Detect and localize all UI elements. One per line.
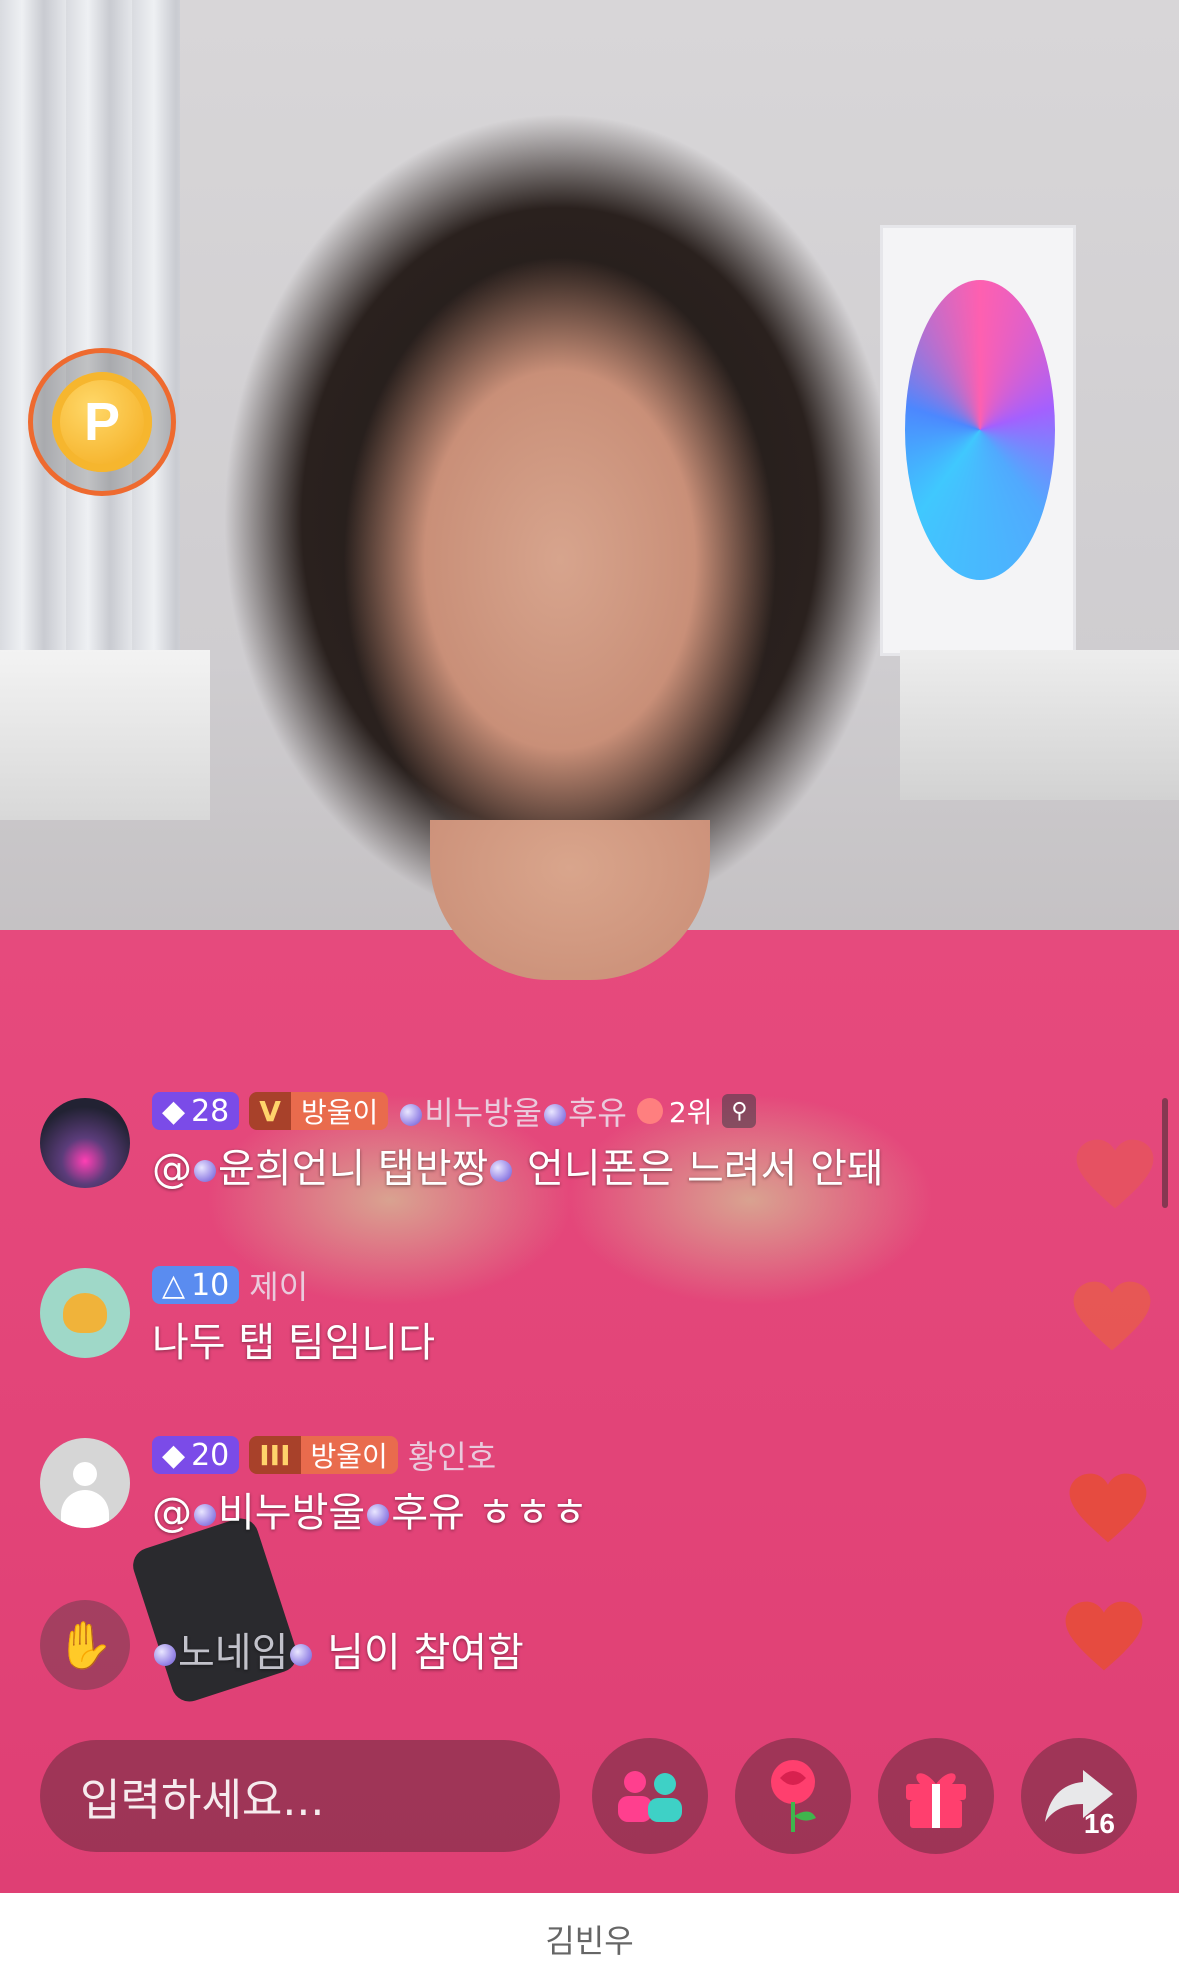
join-text: 노네임 님이 참여함 <box>152 1620 524 1678</box>
fan-badge: III 방울이 <box>249 1436 398 1474</box>
avatar[interactable] <box>40 1438 130 1528</box>
message-text: @ 비누방울 후유 ㅎㅎㅎ <box>152 1490 588 1536</box>
points-button[interactable]: P <box>28 348 176 496</box>
heart-icon <box>1072 1280 1152 1352</box>
rose-icon <box>771 1760 816 1832</box>
bubble-icon <box>290 1644 313 1666</box>
gem-badge: ◆ 20 <box>152 1436 240 1474</box>
rose-gift-button[interactable] <box>735 1738 851 1854</box>
chat-message[interactable]: ◆ 28 V 방울이 비누방울 후유 2위 ⚲ @ 윤희언니 탭반짱 언니폰은 느려… <box>40 1088 1040 1208</box>
points-coin-icon: P <box>52 372 152 472</box>
diamond-icon: ◆ <box>162 1437 186 1473</box>
chat-meta: △ 10 제이 <box>152 1262 308 1308</box>
bubble-icon <box>400 1104 423 1126</box>
medal-icon <box>636 1098 663 1124</box>
message-text: 나두 탭 팀임니다 <box>152 1320 436 1366</box>
avatar[interactable] <box>40 1268 130 1358</box>
join-notice: ✋ 노네임 님이 참여함 <box>40 1598 1040 1698</box>
avatar[interactable] <box>40 1098 130 1188</box>
chat-input-placeholder: 입력하세요... <box>80 1775 325 1826</box>
live-video: P ◆ 28 V 방울이 비누방울 후유 2위 ⚲ @ 윤희언니 탭반짱 언니폰은 <box>0 0 1179 1893</box>
bubble-icon <box>367 1504 390 1526</box>
people-icon <box>618 1771 682 1822</box>
bottom-bar: 입력하세요... 16 <box>0 1730 1179 1854</box>
chat-meta: ◆ 28 V 방울이 비누방울 후유 2위 ⚲ <box>152 1088 757 1134</box>
share-count: 16 <box>1083 1808 1115 1839</box>
caption: 김빈우 <box>0 1893 1179 1984</box>
person-settings-icon[interactable]: ⚲ <box>722 1094 757 1128</box>
members-button[interactable] <box>592 1738 708 1854</box>
nickname[interactable]: 제이 <box>249 1262 308 1308</box>
chat-message[interactable]: ◆ 20 III 방울이 황인호 @ 비누방울 후유 ㅎㅎㅎ <box>40 1432 1040 1542</box>
heart-icon <box>1064 1600 1144 1672</box>
gem-badge: ◆ 28 <box>152 1092 240 1130</box>
background-flower <box>905 280 1055 580</box>
default-user-icon <box>57 1458 113 1528</box>
chat-meta: ◆ 20 III 방울이 황인호 <box>152 1432 496 1478</box>
message-text: @ 윤희언니 탭반짱 언니폰은 느려서 안돼 <box>152 1146 884 1192</box>
bubble-icon <box>154 1644 176 1666</box>
points-letter: P <box>83 392 121 452</box>
chat-input[interactable]: 입력하세요... <box>40 1740 560 1852</box>
rank-badge: 2위 <box>636 1091 712 1131</box>
bubble-icon <box>490 1160 513 1182</box>
gift-button[interactable] <box>878 1738 994 1854</box>
monster-icon <box>63 1293 107 1333</box>
heart-icon <box>1075 1138 1155 1210</box>
wave-hand-icon: ✋ <box>40 1600 130 1690</box>
triangle-gem-icon: △ <box>162 1267 186 1303</box>
gem-badge: △ 10 <box>152 1266 240 1304</box>
background-desk <box>0 650 210 820</box>
nickname[interactable]: 황인호 <box>408 1432 496 1478</box>
bubble-icon <box>194 1160 216 1182</box>
chat-message[interactable]: △ 10 제이 나두 탭 팀임니다 <box>40 1262 1040 1372</box>
share-button[interactable]: 16 <box>1021 1738 1137 1854</box>
heart-icon <box>1068 1472 1148 1544</box>
background-desk <box>900 650 1179 800</box>
gift-icon <box>906 1773 966 1828</box>
diamond-icon: ◆ <box>162 1093 186 1129</box>
nickname[interactable]: 비누방울 후유 <box>398 1088 627 1134</box>
chat-scrollbar[interactable] <box>1162 1098 1168 1208</box>
bubble-icon <box>543 1104 566 1126</box>
fan-badge: V 방울이 <box>249 1092 389 1130</box>
bubble-icon <box>194 1504 216 1526</box>
